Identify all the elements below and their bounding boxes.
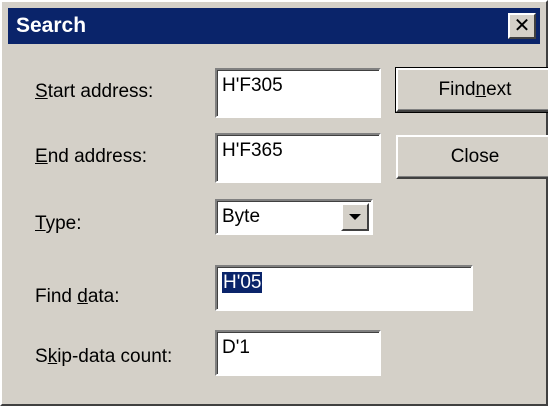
find-data-selection: H'05: [222, 272, 263, 293]
type-label: Type:: [35, 213, 82, 234]
find-data-input[interactable]: H'05: [215, 265, 473, 311]
close-button[interactable]: Close: [396, 135, 548, 179]
find-next-button[interactable]: Find n ext: [395, 67, 548, 113]
chevron-down-icon[interactable]: [341, 203, 369, 231]
skip-count-input[interactable]: D'1: [215, 330, 381, 376]
title-bar: Search ✕: [8, 8, 540, 44]
close-icon[interactable]: ✕: [508, 13, 536, 39]
skip-count-label: Skip-data count:: [35, 346, 173, 367]
find-data-label: Find data:: [35, 286, 120, 307]
window-title: Search: [16, 14, 87, 37]
end-address-label: End address:: [35, 146, 147, 167]
type-select[interactable]: Byte: [215, 199, 373, 235]
start-address-input[interactable]: H'F305: [215, 68, 381, 118]
search-dialog: Search ✕ Start address: H'F305 End addre…: [0, 0, 548, 406]
start-address-label: Start address:: [35, 81, 154, 102]
end-address-input[interactable]: H'F365: [215, 133, 381, 183]
